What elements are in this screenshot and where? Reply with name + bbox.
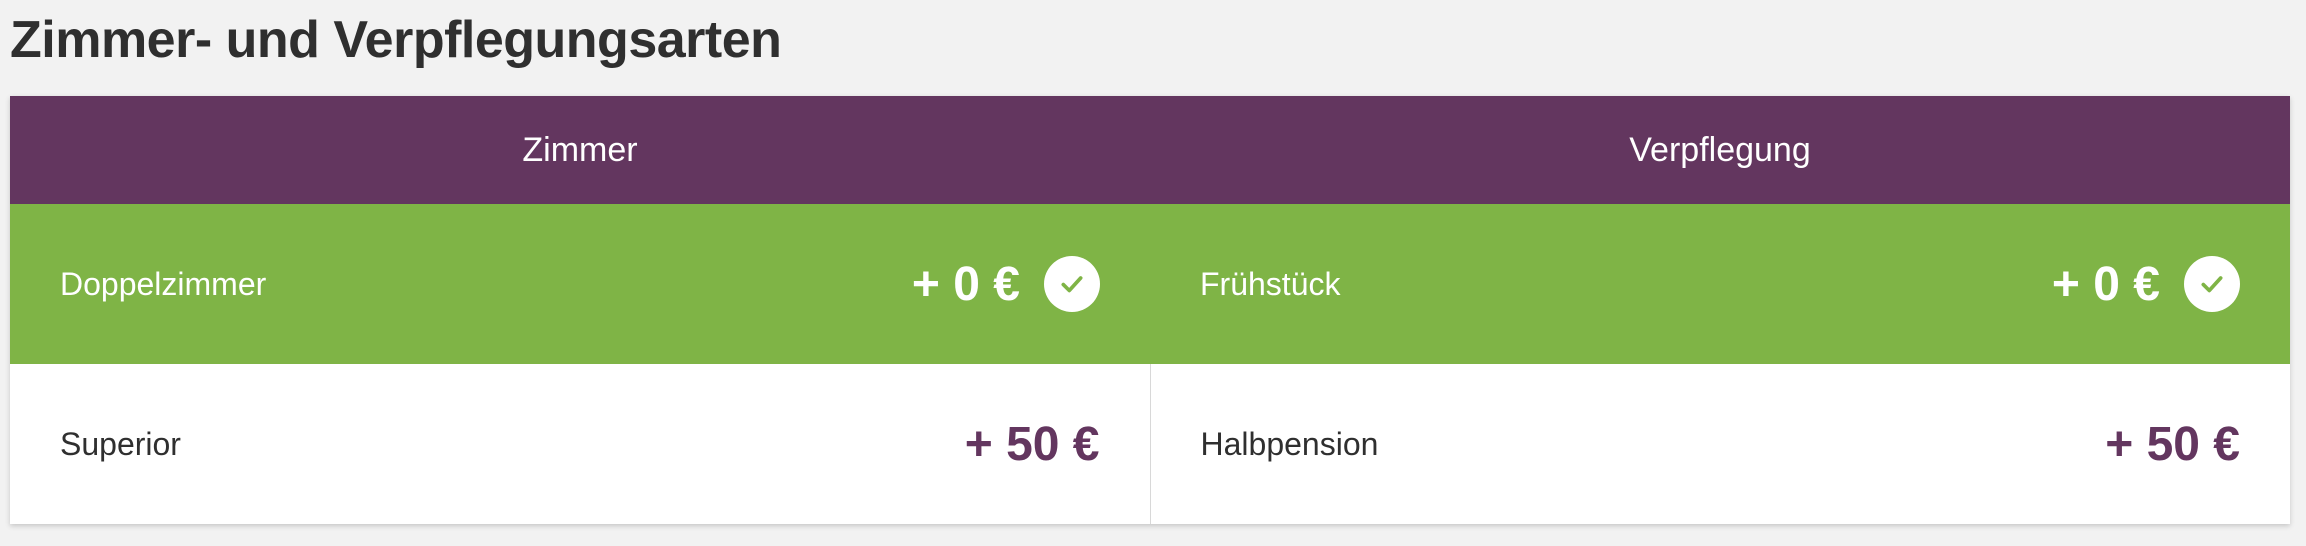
board-option-fruehstueck[interactable]: Frühstück + 0 € [1150, 204, 2290, 364]
option-label: Superior [60, 425, 181, 462]
table-row: Doppelzimmer + 0 € Frühstück + 0 € [10, 204, 2290, 364]
check-icon [2184, 256, 2240, 312]
header-zimmer: Zimmer [522, 130, 638, 169]
room-board-table: Zimmer Verpflegung Doppelzimmer + 0 € Fr… [10, 96, 2290, 524]
option-price: + 50 € [964, 417, 1100, 471]
option-price: + 0 € [2051, 257, 2160, 311]
option-price: + 50 € [2105, 417, 2240, 471]
room-option-doppelzimmer[interactable]: Doppelzimmer + 0 € [10, 204, 1150, 364]
room-option-superior[interactable]: Superior + 50 € [10, 364, 1150, 524]
option-price: + 0 € [911, 257, 1020, 311]
page-title: Zimmer- und Verpflegungsarten [10, 11, 782, 69]
header-verpflegung: Verpflegung [1629, 130, 1811, 169]
board-option-halbpension[interactable]: Halbpension + 50 € [1149, 364, 2290, 524]
table-row: Superior + 50 € Halbpension + 50 € [10, 364, 2290, 524]
option-label: Doppelzimmer [60, 265, 267, 302]
check-icon [1044, 256, 1100, 312]
option-label: Frühstück [1200, 265, 1341, 302]
table-header-row: Zimmer Verpflegung [10, 96, 2290, 204]
option-label: Halbpension [1200, 425, 1379, 462]
